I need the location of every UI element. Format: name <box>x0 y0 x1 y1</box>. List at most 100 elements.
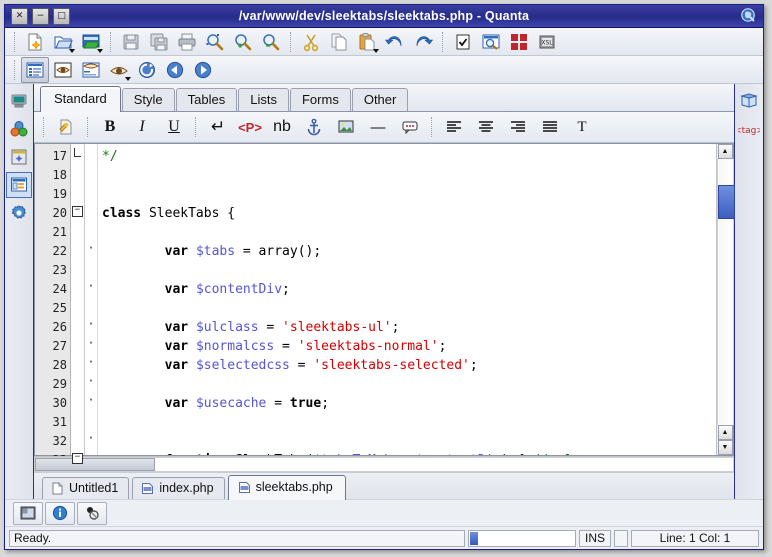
copy-icon[interactable] <box>325 29 353 55</box>
tab-style[interactable]: Style <box>121 88 175 111</box>
align-left-button[interactable] <box>438 114 470 140</box>
toolbar-handle[interactable] <box>43 117 45 137</box>
chevron-down-icon[interactable] <box>373 48 379 53</box>
line-break-icon[interactable]: ↵ <box>202 114 234 140</box>
fold-cell[interactable] <box>71 220 84 239</box>
scroll-track[interactable] <box>716 159 735 425</box>
line-mark[interactable]: · <box>85 429 97 448</box>
line-mark[interactable] <box>85 144 97 163</box>
fold-cell[interactable] <box>71 334 84 353</box>
code-editor[interactable]: 1718192021222324252627282930313233 − − ·… <box>34 143 735 467</box>
dock-structure-icon[interactable] <box>6 172 32 198</box>
editor-vertical-scrollbar[interactable]: ▲ ▲ ▼ <box>716 144 735 455</box>
xsl-icon[interactable]: XSL <box>533 29 561 55</box>
zoom-in-icon[interactable] <box>229 29 257 55</box>
non-breaking-space-button[interactable]: nb <box>266 114 298 140</box>
file-tab-index-php[interactable]: index.php <box>132 477 225 499</box>
fold-cell[interactable]: − <box>71 448 84 467</box>
code-folding-gutter[interactable]: − − <box>71 144 85 464</box>
fold-cell[interactable] <box>71 277 84 296</box>
fold-cell[interactable] <box>71 239 84 258</box>
comment-icon[interactable] <box>394 114 426 140</box>
save-icon[interactable] <box>117 29 145 55</box>
view-split-icon[interactable] <box>77 57 105 83</box>
fold-cell[interactable] <box>71 315 84 334</box>
anchor-icon[interactable] <box>298 114 330 140</box>
toolbar-handle[interactable] <box>14 31 16 52</box>
dock-documentation-icon[interactable] <box>736 88 762 114</box>
code-text[interactable]: */ class SleekTabs { var $tabs = array()… <box>98 144 716 455</box>
reload-icon[interactable] <box>133 57 161 83</box>
view-editor-icon[interactable] <box>21 56 49 83</box>
maximize-button[interactable]: □ <box>53 7 70 25</box>
line-mark[interactable]: · <box>85 372 97 391</box>
icon-border-gutter[interactable]: · · · · · · · · <box>85 144 98 455</box>
align-right-button[interactable] <box>502 114 534 140</box>
fold-collapse-icon[interactable]: − <box>72 205 83 217</box>
tab-standard[interactable]: Standard <box>40 86 121 112</box>
tab-tables[interactable]: Tables <box>175 88 238 111</box>
open-project-icon[interactable] <box>77 29 105 55</box>
tab-other[interactable]: Other <box>351 88 409 111</box>
bold-button[interactable]: B <box>94 114 126 140</box>
minimize-button[interactable]: − <box>32 7 49 25</box>
file-tab-untitled1[interactable]: Untitled1 <box>42 477 130 499</box>
scroll-down-button[interactable]: ▼ <box>717 440 733 455</box>
line-mark[interactable] <box>85 182 97 201</box>
line-mark[interactable]: · <box>85 353 97 372</box>
scroll-up-small-button[interactable]: ▲ <box>717 425 733 440</box>
fold-collapse-icon[interactable]: − <box>72 452 83 464</box>
scroll-thumb[interactable] <box>717 185 735 219</box>
cut-icon[interactable] <box>297 29 325 55</box>
paste-icon[interactable] <box>353 29 381 55</box>
line-mark[interactable]: · <box>85 315 97 334</box>
line-mark[interactable] <box>85 296 97 315</box>
editor-horizontal-scrollbar[interactable] <box>34 456 734 472</box>
tab-forms[interactable]: Forms <box>289 88 351 111</box>
dock-attributes-icon[interactable]: <tag> <box>736 116 762 142</box>
fold-cell[interactable] <box>71 163 84 182</box>
line-mark[interactable]: · <box>85 277 97 296</box>
preview-icon[interactable] <box>477 29 505 55</box>
messages-icon[interactable] <box>13 501 43 525</box>
zoom-out-icon[interactable] <box>257 29 285 55</box>
tab-lists[interactable]: Lists <box>238 88 289 111</box>
chevron-down-icon[interactable] <box>69 48 75 53</box>
save-all-icon[interactable] <box>145 29 173 55</box>
new-file-icon[interactable] <box>21 29 49 55</box>
print-icon[interactable] <box>173 29 201 55</box>
horizontal-rule-icon[interactable]: — <box>362 114 394 140</box>
italic-button[interactable]: I <box>126 114 158 140</box>
fold-cell[interactable] <box>71 353 84 372</box>
fold-cell[interactable] <box>71 296 84 315</box>
undo-icon[interactable] <box>381 29 409 55</box>
toolbar-handle[interactable] <box>14 59 16 80</box>
redo-icon[interactable] <box>409 29 437 55</box>
line-mark[interactable]: · <box>85 239 97 258</box>
hscroll-track[interactable] <box>34 457 734 472</box>
font-button[interactable]: T <box>566 114 598 140</box>
line-mark[interactable] <box>85 258 97 277</box>
chevron-down-icon[interactable] <box>97 48 103 53</box>
hscroll-thumb[interactable] <box>35 458 155 471</box>
line-mark[interactable] <box>85 201 97 220</box>
align-justify-button[interactable] <box>534 114 566 140</box>
dock-project-icon[interactable] <box>6 116 32 142</box>
fold-end-marker[interactable] <box>74 148 81 157</box>
problems-icon[interactable] <box>45 501 75 525</box>
align-center-button[interactable] <box>470 114 502 140</box>
kfilereplace-icon[interactable] <box>505 29 533 55</box>
dock-scripts-icon[interactable] <box>6 200 32 226</box>
fold-cell[interactable] <box>71 372 84 391</box>
file-tab-sleektabs-php[interactable]: sleektabs.php <box>227 475 346 500</box>
forward-icon[interactable] <box>189 57 217 83</box>
line-mark[interactable] <box>85 163 97 182</box>
fold-cell[interactable] <box>71 391 84 410</box>
open-file-icon[interactable] <box>49 29 77 55</box>
image-icon[interactable] <box>330 114 362 140</box>
find-icon[interactable] <box>201 29 229 55</box>
line-mark[interactable]: · <box>85 391 97 410</box>
fold-cell[interactable]: − <box>71 201 84 220</box>
line-mark[interactable] <box>85 410 97 429</box>
fold-cell[interactable] <box>71 429 84 448</box>
